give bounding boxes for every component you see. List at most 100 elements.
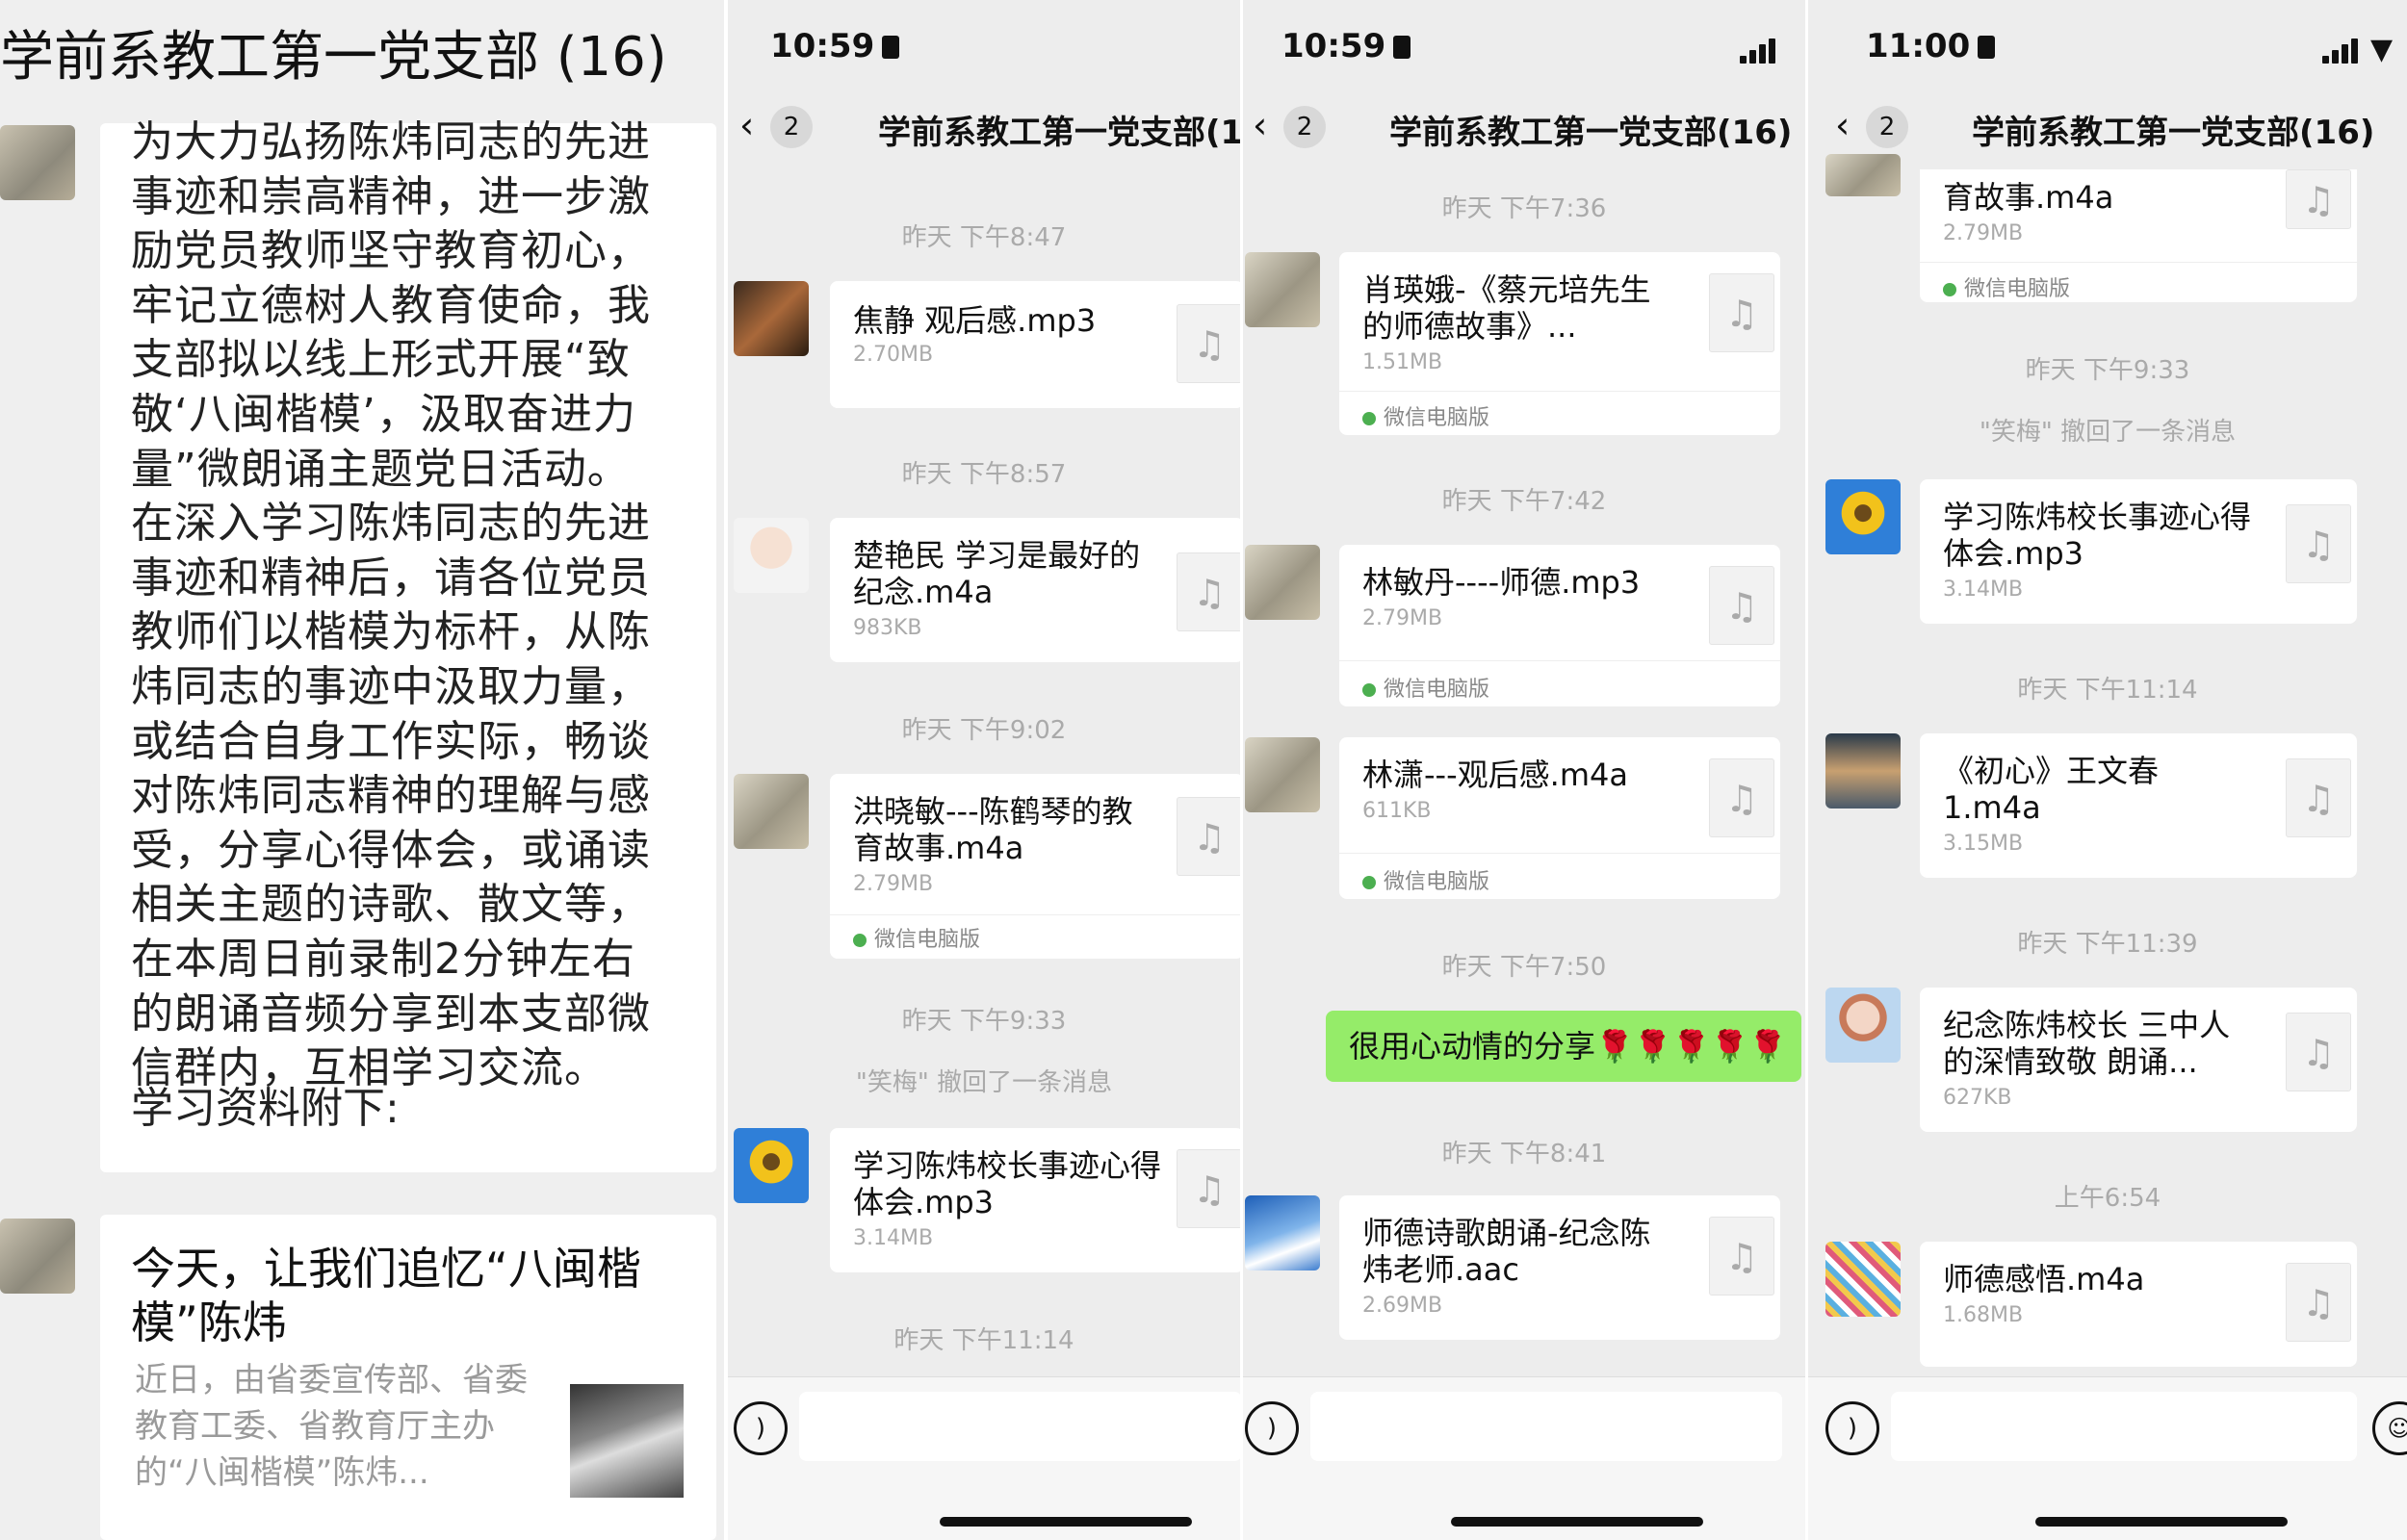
- file-name: 育故事.m4a: [1943, 179, 2114, 216]
- status-time: 10:59: [770, 27, 900, 65]
- music-note-icon: ♫: [2286, 1263, 2351, 1342]
- avatar[interactable]: [0, 125, 75, 200]
- panel-announcement: 学前系教工第一党支部 (16) 为大力弘扬陈炜同志的先进事迹和崇高精神，进一步激…: [0, 0, 724, 1540]
- file-name: 纪念陈炜校长 三中人的深情致敬 朗诵...: [1943, 1007, 2231, 1080]
- music-note-icon: ♫: [2286, 504, 2351, 583]
- avatar[interactable]: [1825, 154, 1901, 196]
- article-title: 今天，让我们追忆“八闽楷模”陈炜: [131, 1243, 641, 1348]
- avatar[interactable]: [0, 1219, 75, 1294]
- file-message[interactable]: 洪晓敏---陈鹤琴的教育故事.m4a 2.79MB ♫ 微信电脑版: [830, 774, 1240, 959]
- timestamp: 昨天 下午9:33: [901, 1007, 1067, 1036]
- music-note-icon: ♫: [1177, 304, 1240, 383]
- timestamp: 上午6:54: [2054, 1184, 2161, 1213]
- avatar[interactable]: [734, 518, 809, 593]
- file-message[interactable]: 纪念陈炜校长 三中人的深情致敬 朗诵... 627KB ♫: [1920, 988, 2357, 1132]
- file-message[interactable]: 《初心》王文春1.m4a 3.15MB ♫: [1920, 733, 2357, 878]
- file-size: 2.79MB: [1943, 221, 2024, 245]
- file-message[interactable]: 师德诗歌朗诵-纪念陈炜老师.aac 2.69MB ♫: [1339, 1195, 1780, 1340]
- timestamp: 昨天 下午7:42: [1441, 487, 1607, 516]
- message-input[interactable]: [1891, 1392, 2357, 1461]
- music-note-icon: ♫: [1177, 552, 1240, 631]
- message-input[interactable]: [1310, 1392, 1782, 1461]
- back-badge[interactable]: 2: [1866, 106, 1908, 148]
- file-message[interactable]: 林敏丹----师德.mp3 2.79MB ♫ 微信电脑版: [1339, 545, 1780, 706]
- file-name: 林潇---观后感.m4a: [1362, 757, 1628, 793]
- music-note-icon: ♫: [1709, 273, 1774, 352]
- avatar[interactable]: [1825, 988, 1901, 1063]
- file-size: 3.14MB: [853, 1226, 934, 1250]
- avatar[interactable]: [1825, 479, 1901, 554]
- file-name: 楚艳民 学习是最好的纪念.m4a: [853, 537, 1141, 610]
- music-note-icon: ♫: [1709, 1217, 1774, 1296]
- file-size: 2.70MB: [853, 343, 934, 367]
- music-note-icon: ♫: [1709, 566, 1774, 645]
- nav-title: 学前系教工第一党支部(16): [1389, 114, 1793, 152]
- sent-message-bubble[interactable]: 很用心动情的分享🌹🌹🌹🌹🌹: [1326, 1011, 1801, 1082]
- file-size: 1.68MB: [1943, 1303, 2024, 1327]
- file-message[interactable]: 育故事.m4a 2.79MB ♫ 微信电脑版: [1920, 169, 2357, 302]
- file-message[interactable]: 楚艳民 学习是最好的纪念.m4a 983KB ♫: [830, 518, 1240, 662]
- file-source: 微信电脑版: [1362, 864, 1489, 895]
- avatar[interactable]: [1245, 252, 1320, 327]
- file-name: 学习陈炜校长事迹心得体会.mp3: [1943, 499, 2252, 572]
- file-source: 微信电脑版: [1362, 672, 1489, 703]
- back-badge[interactable]: 2: [770, 106, 813, 148]
- voice-icon[interactable]: ): [1825, 1401, 1879, 1455]
- file-size: 2.79MB: [1362, 606, 1443, 630]
- file-name: 师德感悟.m4a: [1943, 1261, 2145, 1297]
- file-name: 师德诗歌朗诵-纪念陈炜老师.aac: [1362, 1215, 1651, 1288]
- timestamp: 昨天 下午8:47: [901, 223, 1067, 252]
- file-size: 611KB: [1362, 799, 1432, 823]
- avatar[interactable]: [1245, 1195, 1320, 1270]
- file-source: 微信电脑版: [853, 922, 980, 953]
- timestamp: 昨天 下午11:39: [2017, 930, 2198, 959]
- avatar[interactable]: [734, 774, 809, 849]
- home-indicator: [940, 1517, 1192, 1527]
- notice-footer: 学习资料附下:: [131, 1084, 400, 1133]
- chevron-left-icon[interactable]: ‹: [1835, 104, 1850, 146]
- signal-icon: [1740, 38, 1778, 64]
- article-desc: 近日，由省委宣传部、省委教育工委、省教育厅主办的“八闽楷模”陈炜...: [135, 1361, 528, 1492]
- panel-chat-3: 10:59 ‹ 2 学前系教工第一党支部(16) 昨天 下午7:36 肖瑛娥-《…: [1243, 0, 1805, 1540]
- file-size: 3.14MB: [1943, 578, 2024, 602]
- file-message[interactable]: 学习陈炜校长事迹心得体会.mp3 3.14MB ♫: [830, 1128, 1240, 1272]
- timestamp: 昨天 下午11:14: [2017, 676, 2198, 705]
- recall-notice: "笑梅" 撤回了一条消息: [1979, 418, 2237, 447]
- avatar[interactable]: [1825, 1242, 1901, 1317]
- recall-notice: "笑梅" 撤回了一条消息: [855, 1068, 1113, 1097]
- voice-icon[interactable]: ): [1245, 1401, 1299, 1455]
- wechat-pc-icon: [1362, 412, 1376, 425]
- message-input[interactable]: [799, 1392, 1240, 1461]
- file-message[interactable]: 学习陈炜校长事迹心得体会.mp3 3.14MB ♫: [1920, 479, 2357, 624]
- timestamp: 昨天 下午8:41: [1441, 1140, 1607, 1168]
- timestamp: 昨天 下午7:50: [1441, 953, 1607, 982]
- wechat-pc-icon: [853, 934, 867, 947]
- home-indicator: [1451, 1517, 1703, 1527]
- avatar[interactable]: [1825, 733, 1901, 808]
- avatar[interactable]: [734, 281, 809, 356]
- file-name: 洪晓敏---陈鹤琴的教育故事.m4a: [853, 793, 1133, 866]
- chevron-left-icon[interactable]: ‹: [739, 104, 754, 146]
- back-badge[interactable]: 2: [1283, 106, 1326, 148]
- voice-icon[interactable]: ): [734, 1401, 788, 1455]
- wifi-icon: ▼: [2370, 33, 2394, 66]
- panel-chat-2: 10:59 ‹ 2 学前系教工第一党支部(16 昨天 下午8:47 焦静 观后感…: [728, 0, 1240, 1540]
- file-message[interactable]: 林潇---观后感.m4a 611KB ♫ 微信电脑版: [1339, 737, 1780, 899]
- notice-text: 为大力弘扬陈炜同志的先进事迹和崇高精神，进一步激励党员教师坚守教育初心，牢记立德…: [131, 117, 651, 1093]
- file-message[interactable]: 师德感悟.m4a 1.68MB ♫: [1920, 1242, 2357, 1367]
- file-message[interactable]: 焦静 观后感.mp3 2.70MB ♫: [830, 281, 1240, 408]
- status-time: 11:00: [1866, 27, 1996, 65]
- avatar[interactable]: [1245, 545, 1320, 620]
- file-name: 肖瑛娥-《蔡元培先生的师德故事》...: [1362, 271, 1651, 345]
- file-message[interactable]: 肖瑛娥-《蔡元培先生的师德故事》... 1.51MB ♫ 微信电脑版: [1339, 252, 1780, 435]
- file-size: 627KB: [1943, 1086, 2012, 1110]
- nav-title: 学前系教工第一党支部(16): [1972, 114, 2375, 152]
- chevron-left-icon[interactable]: ‹: [1253, 104, 1267, 146]
- chat-title: 学前系教工第一党支部 (16): [0, 26, 667, 89]
- avatar[interactable]: [734, 1128, 809, 1203]
- file-name: 学习陈炜校长事迹心得体会.mp3: [853, 1147, 1162, 1220]
- file-name: 林敏丹----师德.mp3: [1362, 564, 1641, 601]
- timestamp: 昨天 下午9:02: [901, 716, 1067, 745]
- avatar[interactable]: [1245, 737, 1320, 812]
- music-note-icon: ♫: [2286, 169, 2351, 229]
